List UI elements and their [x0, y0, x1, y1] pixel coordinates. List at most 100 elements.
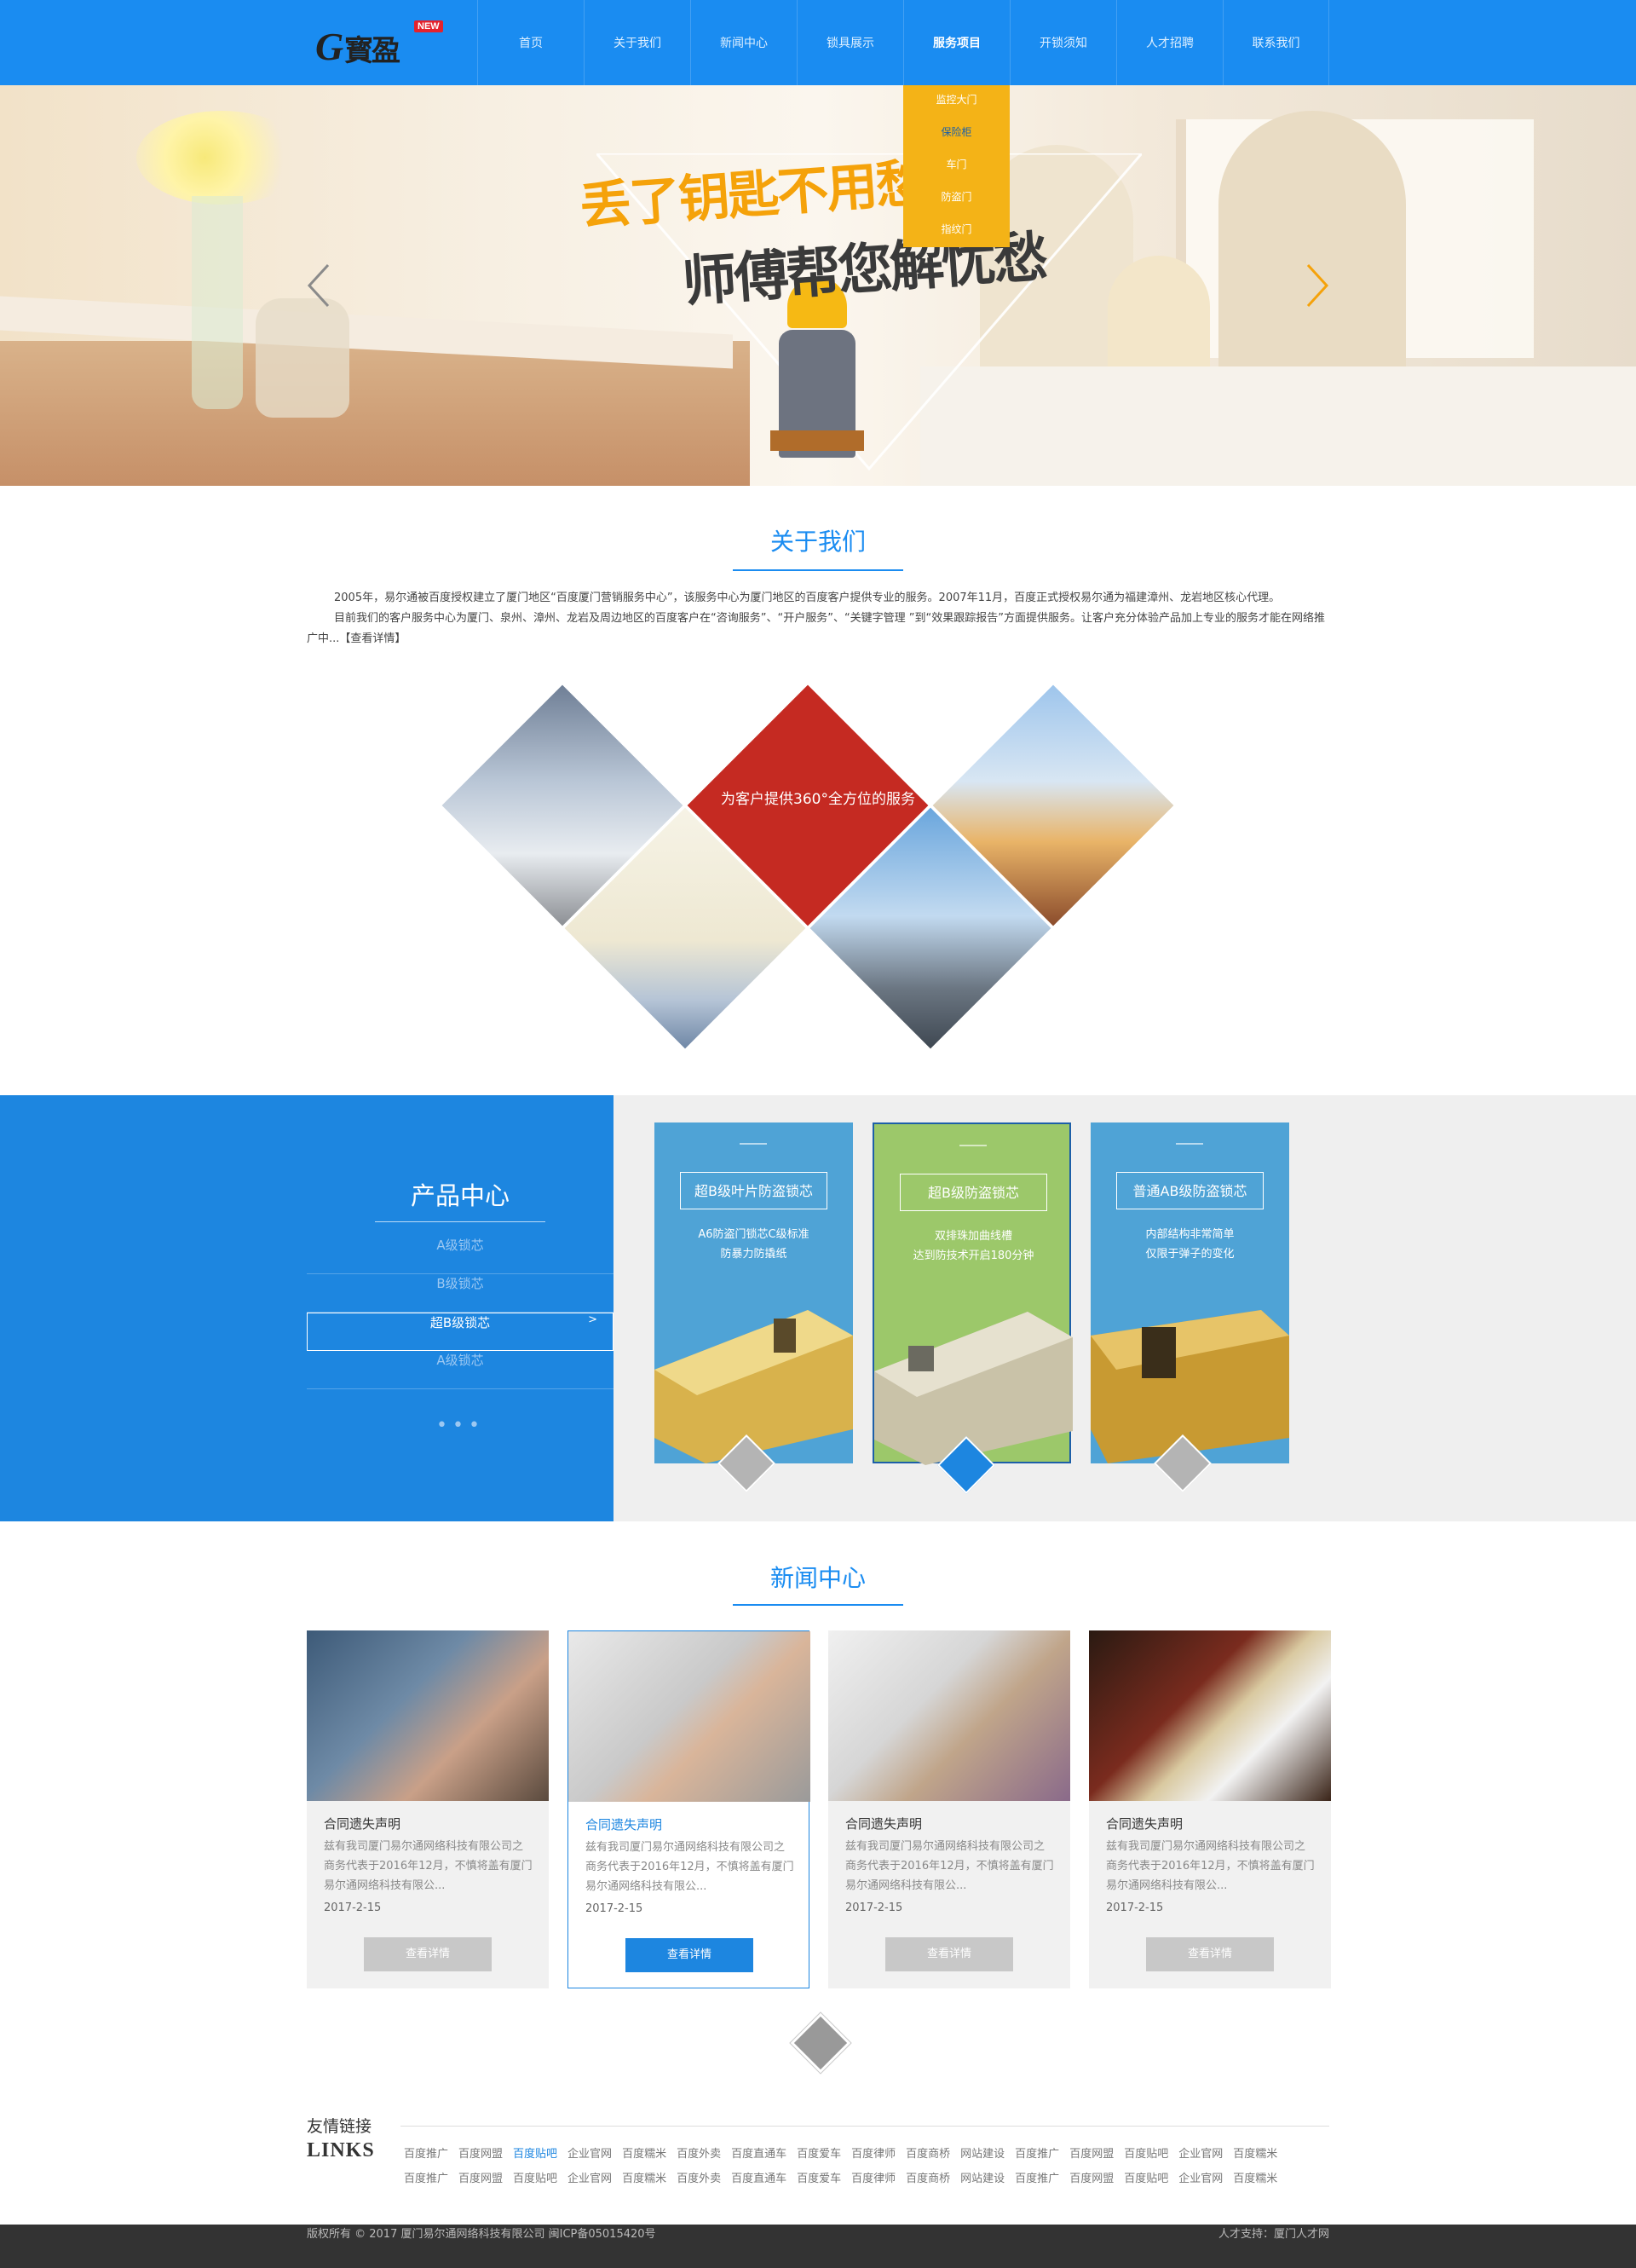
links-title-en: LINKS	[307, 2139, 375, 2161]
news-card-body: 兹有我司厦门易尔通网络科技有限公司之商务代表于2016年12月，不慎将盖有厦门易…	[585, 1841, 794, 1893]
nav-item-notice[interactable]: 开锁须知	[1010, 0, 1116, 85]
friend-link[interactable]: 百度贴吧	[513, 2148, 557, 2161]
friend-link[interactable]: 企业官网	[1178, 2148, 1223, 2161]
news-card-body: 兹有我司厦门易尔通网络科技有限公司之商务代表于2016年12月，不慎将盖有厦门易…	[1106, 1840, 1315, 1892]
nav-item-home[interactable]: 首页	[477, 0, 584, 85]
nav-item-jobs[interactable]: 人才招聘	[1116, 0, 1223, 85]
site-footer: 版权所有 © 2017 厦门易尔通网络科技有限公司 闽ICP备05015420号…	[0, 2225, 1636, 2268]
friend-link[interactable]: 百度糯米	[1233, 2148, 1277, 2161]
news-card-title[interactable]: 合同遗失声明	[1106, 1815, 1183, 1832]
news-card-title[interactable]: 合同遗失声明	[324, 1815, 400, 1832]
friend-link[interactable]: 百度网盟	[458, 2148, 503, 2161]
product-card-desc-line: A6防盗门锁芯C级标准	[698, 1228, 809, 1241]
news-card-title[interactable]: 合同遗失声明	[845, 1815, 922, 1832]
friend-link[interactable]: 企业官网	[567, 2148, 612, 2161]
friend-link[interactable]: 网站建设	[960, 2173, 1005, 2185]
nav-item-products[interactable]: 锁具展示	[797, 0, 903, 85]
main-nav: 首页 关于我们 新闻中心 锁具展示 服务项目 开锁须知 人才招聘 联系我们	[477, 0, 1329, 85]
news-thumbnail	[307, 1630, 549, 1801]
about-paragraph[interactable]: 目前我们的客户服务中心为厦门、泉州、漳州、龙岩及周边地区的百度客户在“咨询服务”…	[307, 609, 1329, 649]
dropdown-item-gate[interactable]: 监控大门	[903, 92, 1010, 124]
services-dropdown: 监控大门 保险柜 车门 防盗门 指纹门	[903, 85, 1010, 247]
friend-link[interactable]: 百度网盟	[1069, 2173, 1114, 2185]
friend-link[interactable]: 百度推广	[404, 2148, 448, 2161]
product-card[interactable]: 普通AB级防盗锁芯 内部结构非常简单 仅限于弹子的变化	[1091, 1122, 1289, 1492]
friend-link[interactable]: 百度贴吧	[513, 2173, 557, 2185]
news-card-date: 2017-2-15	[585, 1902, 643, 1915]
site-logo[interactable]: G 寳盈 NEW	[315, 15, 443, 70]
nav-item-about[interactable]: 关于我们	[584, 0, 690, 85]
friend-link[interactable]: 百度糯米	[622, 2148, 666, 2161]
dropdown-item-fingerprint[interactable]: 指纹门	[903, 222, 1010, 254]
product-category-item[interactable]: A级锁芯	[307, 1236, 614, 1274]
product-category-item[interactable]: A级锁芯	[307, 1351, 614, 1389]
news-card-body: 兹有我司厦门易尔通网络科技有限公司之商务代表于2016年12月，不慎将盖有厦门易…	[845, 1840, 1054, 1892]
news-read-more-button[interactable]: 查看详情	[364, 1937, 492, 1971]
product-category-item-active[interactable]: 超B级锁芯 >	[307, 1313, 614, 1351]
news-read-more-button[interactable]: 查看详情	[625, 1938, 753, 1972]
news-card-title[interactable]: 合同遗失声明	[585, 1815, 662, 1833]
product-card-desc-line: 达到防技术开启180分钟	[913, 1249, 1034, 1262]
dropdown-item-security-door[interactable]: 防盗门	[903, 189, 1010, 222]
product-category-label: 超B级锁芯	[429, 1315, 491, 1330]
logo-mark: G	[315, 25, 344, 68]
news-card[interactable]: 合同遗失声明 兹有我司厦门易尔通网络科技有限公司之商务代表于2016年12月，不…	[1089, 1630, 1331, 1988]
banner-next-arrow-icon[interactable]	[1299, 260, 1334, 311]
friend-link[interactable]: 百度直通车	[731, 2148, 786, 2161]
news-read-more-button[interactable]: 查看详情	[885, 1937, 1013, 1971]
news-title-underline	[733, 1604, 903, 1606]
friend-links-row: 百度推广 百度网盟 百度贴吧 企业官网 百度糯米 百度外卖 百度直通车 百度爱车 百度律师 百度商…	[404, 2169, 1287, 2185]
dropdown-item-safe[interactable]: 保险柜	[903, 124, 1010, 157]
news-card-date: 2017-2-15	[845, 1902, 903, 1914]
friend-link[interactable]: 百度网盟	[1069, 2148, 1114, 2161]
friend-link[interactable]: 百度糯米	[1233, 2173, 1277, 2185]
banner-prev-arrow-icon[interactable]	[302, 260, 337, 311]
news-card-date: 2017-2-15	[1106, 1902, 1164, 1914]
friend-link[interactable]: 网站建设	[960, 2148, 1005, 2161]
product-title-underline	[375, 1221, 545, 1222]
more-dots-icon[interactable]: •••	[436, 1415, 485, 1436]
friend-link[interactable]: 百度商桥	[906, 2173, 950, 2185]
friend-link[interactable]: 百度爱车	[797, 2148, 841, 2161]
news-more-chevron-down-icon[interactable]	[790, 2012, 851, 2074]
friend-link[interactable]: 企业官网	[567, 2173, 612, 2185]
friend-link[interactable]: 百度推广	[1015, 2173, 1059, 2185]
card-dash	[1176, 1143, 1203, 1145]
friend-link[interactable]: 百度律师	[851, 2173, 896, 2185]
dropdown-item-car[interactable]: 车门	[903, 157, 1010, 189]
friend-link[interactable]: 百度网盟	[458, 2173, 503, 2185]
product-card-label: 超B级防盗锁芯	[900, 1174, 1047, 1211]
friend-link[interactable]: 企业官网	[1178, 2173, 1223, 2185]
friend-link[interactable]: 百度外卖	[677, 2173, 721, 2185]
footer-support[interactable]: 人才支持：厦门人才网	[1218, 2225, 1329, 2241]
news-read-more-button[interactable]: 查看详情	[1146, 1937, 1274, 1971]
product-card[interactable]: 超B级叶片防盗锁芯 A6防盗门锁芯C级标准 防暴力防撬纸	[654, 1122, 853, 1492]
news-card[interactable]: 合同遗失声明 兹有我司厦门易尔通网络科技有限公司之商务代表于2016年12月，不…	[307, 1630, 549, 1988]
friend-link[interactable]: 百度贴吧	[1124, 2148, 1168, 2161]
friend-link[interactable]: 百度商桥	[906, 2148, 950, 2161]
product-category-item[interactable]: B级锁芯	[307, 1274, 614, 1313]
nav-item-news[interactable]: 新闻中心	[690, 0, 797, 85]
friend-link[interactable]: 百度糯米	[622, 2173, 666, 2185]
friend-links-row: 百度推广 百度网盟 百度贴吧 企业官网 百度糯米 百度外卖 百度直通车 百度爱车 百度律师 百度商…	[404, 2144, 1287, 2161]
news-thumbnail	[828, 1630, 1070, 1801]
banner-flowers	[136, 111, 307, 205]
friend-link[interactable]: 百度推广	[1015, 2148, 1059, 2161]
news-card-active[interactable]: 合同遗失声明 兹有我司厦门易尔通网络科技有限公司之商务代表于2016年12月，不…	[567, 1630, 810, 1988]
links-title: 友情链接	[307, 2117, 372, 2136]
friend-link[interactable]: 百度直通车	[731, 2173, 786, 2185]
friend-link[interactable]: 百度爱车	[797, 2173, 841, 2185]
friend-link[interactable]: 百度贴吧	[1124, 2173, 1168, 2185]
nav-item-services[interactable]: 服务项目	[903, 0, 1010, 85]
product-card-desc-line: 双排珠加曲线槽	[934, 1230, 1012, 1243]
footer-copyright: 版权所有 © 2017 厦门易尔通网络科技有限公司 闽ICP备05015420号	[307, 2228, 656, 2241]
nav-item-contact[interactable]: 联系我们	[1223, 0, 1329, 85]
news-card[interactable]: 合同遗失声明 兹有我司厦门易尔通网络科技有限公司之商务代表于2016年12月，不…	[828, 1630, 1070, 1988]
news-section-title: 新闻中心	[769, 1564, 866, 1592]
friend-link[interactable]: 百度推广	[404, 2173, 448, 2185]
friend-link[interactable]: 百度外卖	[677, 2148, 721, 2161]
diamond-service-text: 为客户提供360°全方位的服务	[721, 791, 915, 808]
top-navbar: G 寳盈 NEW 首页 关于我们 新闻中心 锁具展示 服务项目 开锁须知 人才招…	[0, 0, 1636, 85]
product-card-active[interactable]: 超B级防盗锁芯 双排珠加曲线槽 达到防技术开启180分钟	[873, 1122, 1073, 1494]
friend-link[interactable]: 百度律师	[851, 2148, 896, 2161]
